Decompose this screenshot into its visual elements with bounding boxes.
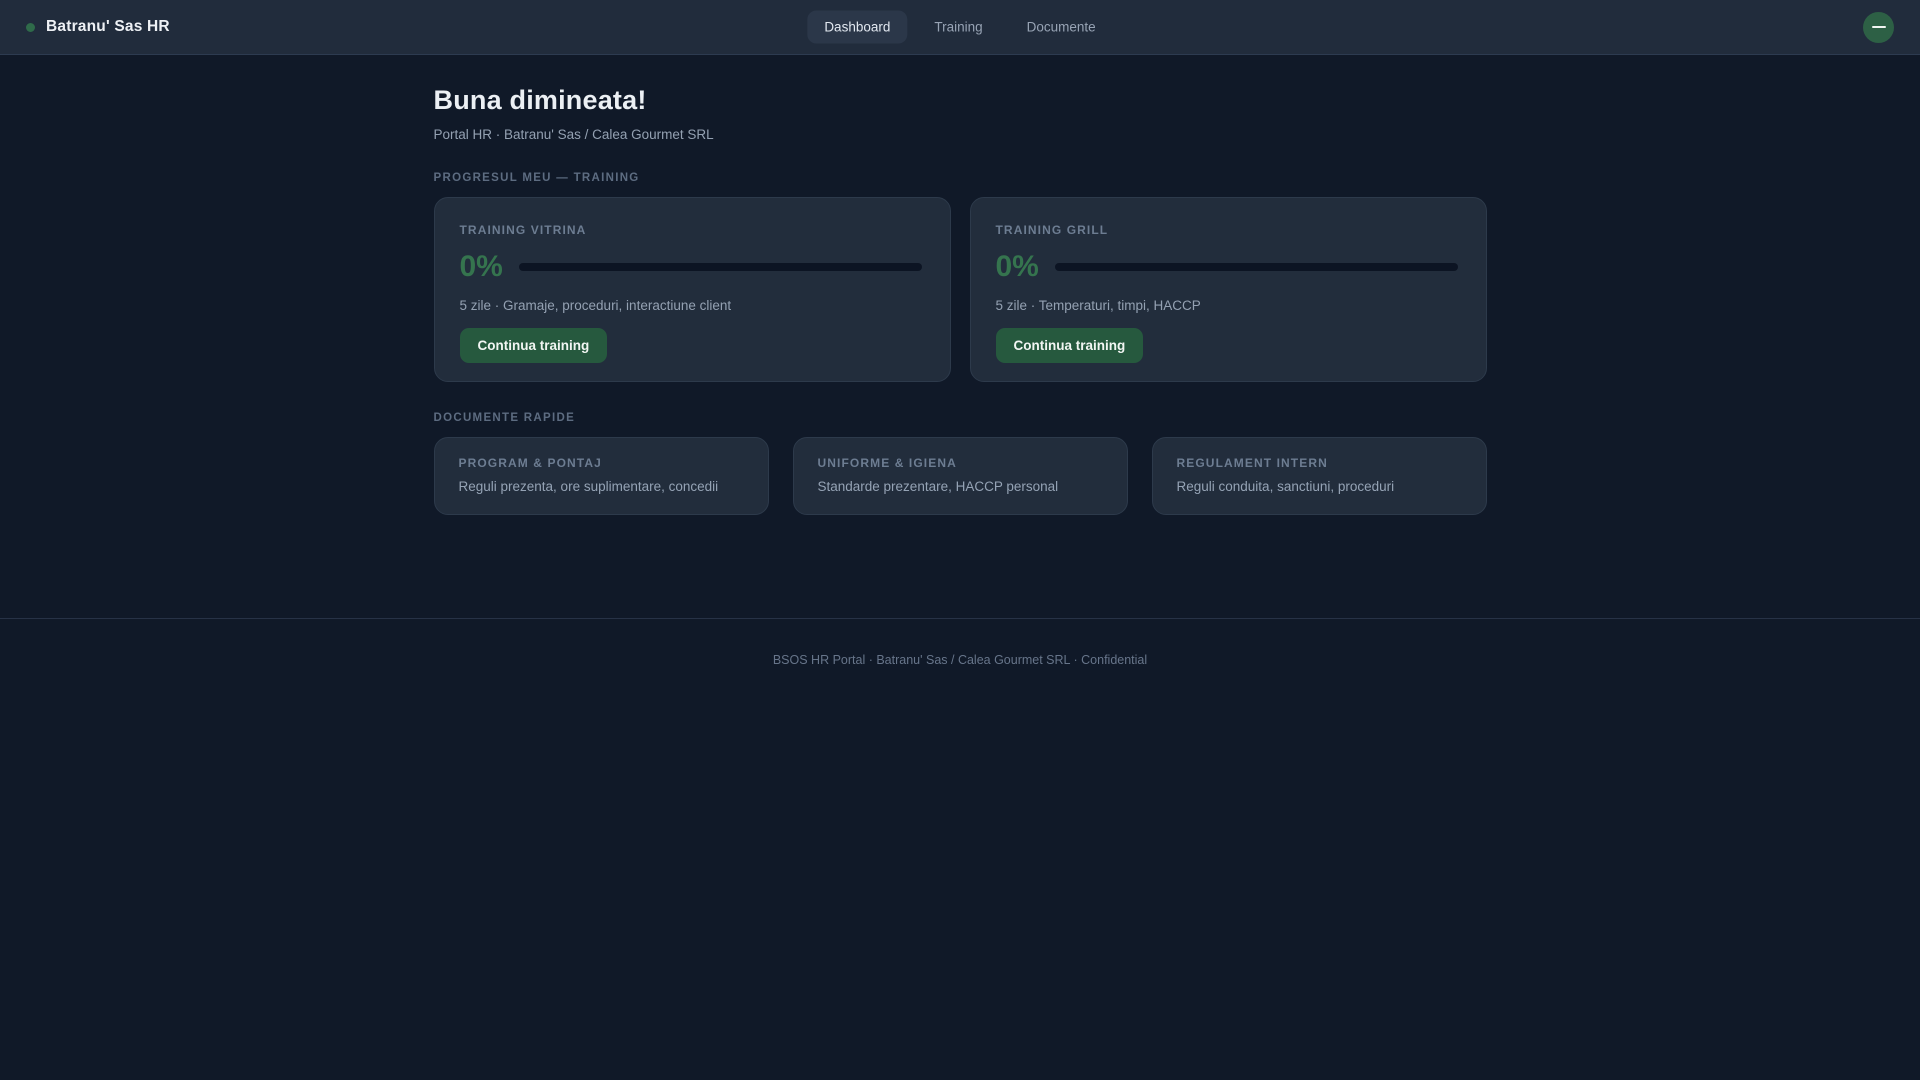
page-subtitle: Portal HR · Batranu' Sas / Calea Gourmet… bbox=[433, 127, 714, 142]
document-cards-grid: PROGRAM & PONTAJ Reguli prezenta, ore su… bbox=[433, 437, 1487, 515]
document-card-regulament-intern[interactable]: REGULAMENT INTERN Reguli conduita, sanct… bbox=[1151, 437, 1487, 515]
training-card-description: 5 zile · Gramaje, proceduri, interactiun… bbox=[459, 298, 732, 313]
training-card-title: TRAINING VITRINA bbox=[459, 223, 587, 237]
nav-item-documente[interactable]: Documente bbox=[1010, 11, 1113, 44]
page-title: Buna dimineata! bbox=[433, 85, 647, 115]
training-card-grill: TRAINING GRILL 0% 5 zile · Temperaturi, … bbox=[969, 197, 1487, 382]
document-card-title: REGULAMENT INTERN bbox=[1176, 456, 1328, 470]
dashboard-content: Buna dimineata! Portal HR · Batranu' Sas… bbox=[433, 55, 1487, 618]
footer-text: BSOS HR Portal · Batranu' Sas / Calea Go… bbox=[772, 653, 1148, 667]
training-card-description: 5 zile · Temperaturi, timpi, HACCP bbox=[995, 298, 1201, 313]
brand-status-dot-icon bbox=[26, 22, 35, 32]
document-card-uniforme-igiena[interactable]: UNIFORME & IGIENA Standarde prezentare, … bbox=[792, 437, 1128, 515]
document-card-title: UNIFORME & IGIENA bbox=[817, 456, 957, 470]
document-card-description: Standarde prezentare, HACCP personal bbox=[817, 479, 1059, 494]
progress-row: 0% bbox=[996, 250, 1458, 283]
document-card-description: Reguli prezenta, ore suplimentare, conce… bbox=[458, 479, 719, 494]
progress-percent: 0% bbox=[995, 250, 1039, 283]
training-card-title: TRAINING GRILL bbox=[995, 223, 1109, 237]
minus-icon bbox=[1871, 26, 1886, 28]
progress-bar bbox=[1054, 262, 1458, 271]
training-section-label: PROGRESUL MEU — TRAINING bbox=[433, 172, 640, 184]
progress-percent: 0% bbox=[459, 250, 503, 283]
minimize-button[interactable] bbox=[1863, 11, 1894, 43]
nav-item-training[interactable]: Training bbox=[917, 11, 999, 44]
document-card-description: Reguli conduita, sanctiuni, proceduri bbox=[1176, 479, 1395, 494]
training-card-vitrina: TRAINING VITRINA 0% 5 zile · Gramaje, pr… bbox=[433, 197, 951, 382]
main-nav: Dashboard Training Documente bbox=[807, 10, 1113, 44]
nav-item-dashboard[interactable]: Dashboard bbox=[807, 10, 908, 44]
progress-row: 0% bbox=[460, 250, 922, 283]
page-footer: BSOS HR Portal · Batranu' Sas / Calea Go… bbox=[0, 618, 1920, 707]
document-card-program-pontaj[interactable]: PROGRAM & PONTAJ Reguli prezenta, ore su… bbox=[433, 437, 769, 515]
continue-training-button[interactable]: Continua training bbox=[459, 328, 608, 363]
brand: Batranu' Sas HR bbox=[26, 18, 170, 36]
brand-title: Batranu' Sas HR bbox=[46, 18, 170, 35]
progress-bar bbox=[518, 262, 922, 271]
document-card-title: PROGRAM & PONTAJ bbox=[458, 456, 602, 470]
continue-training-button[interactable]: Continua training bbox=[995, 328, 1144, 363]
top-navigation-bar: Batranu' Sas HR Dashboard Training Docum… bbox=[0, 0, 1920, 55]
training-cards-grid: TRAINING VITRINA 0% 5 zile · Gramaje, pr… bbox=[433, 197, 1487, 382]
documents-section-label: DOCUMENTE RAPIDE bbox=[433, 412, 576, 424]
